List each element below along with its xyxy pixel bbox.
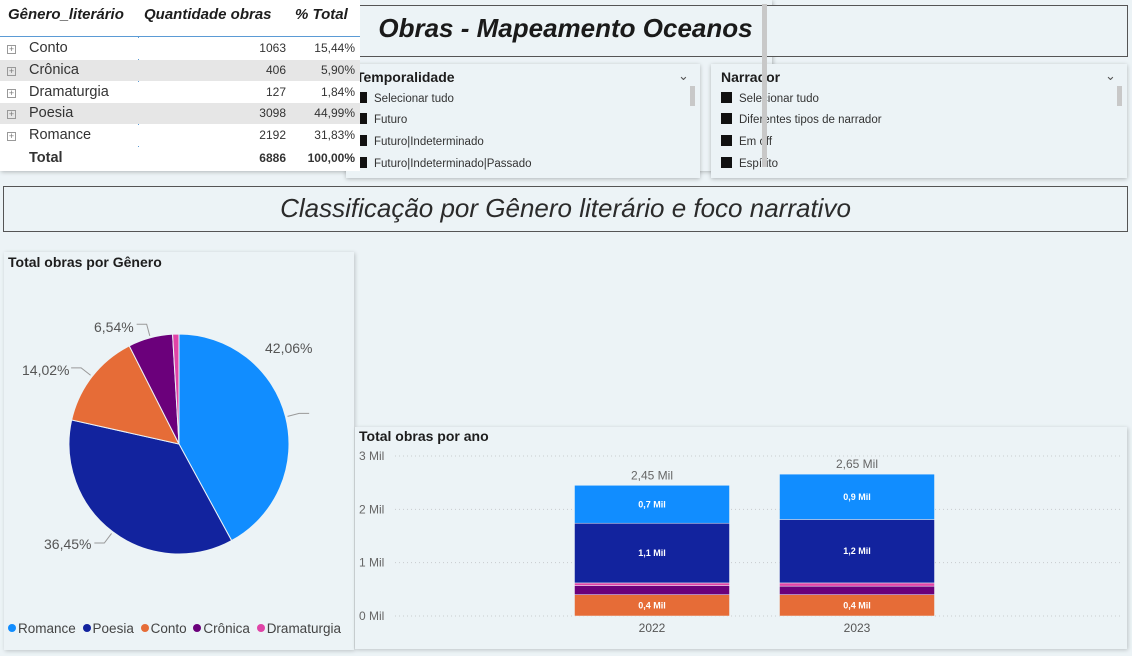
chevron-down-icon[interactable]: ⌄	[678, 68, 689, 84]
pie-leader-line	[136, 323, 151, 337]
pie-label-conto: 14,02%	[22, 362, 70, 378]
row-label: Dramaturgia	[29, 84, 109, 100]
row-quantity: 406	[265, 63, 286, 77]
expand-icon[interactable]: +	[7, 45, 16, 54]
chevron-down-icon[interactable]: ⌄	[1105, 68, 1116, 84]
bar-data-label: 1,1 Mil	[638, 548, 666, 558]
row-label: Romance	[29, 127, 92, 143]
bar-total-label: 2,45 Mil	[631, 468, 673, 482]
pie-chart-card: Total obras por Gênero 42,06% 36,45% 14,…	[4, 252, 354, 650]
x-tick-label: 2023	[844, 621, 871, 635]
temporalidade-title: Temporalidade	[356, 69, 455, 85]
bar-data-label: 0,4 Mil	[843, 600, 871, 610]
total-label: Total	[29, 150, 63, 166]
row-percent: 5,90%	[320, 63, 355, 77]
y-tick-label: 2 Mil	[359, 502, 384, 516]
row-label: Conto	[29, 40, 68, 56]
narrador-title: Narrador	[721, 69, 781, 85]
slicer-scrollbar[interactable]	[1117, 86, 1122, 106]
column-header-genero[interactable]: Gênero_literário	[8, 6, 124, 23]
temporalidade-option[interactable]: Futuro	[356, 112, 407, 128]
bar-data-label: 1,2 Mil	[843, 546, 871, 556]
legend-item-cronica[interactable]: Crônica	[193, 621, 250, 636]
checkbox-icon	[721, 92, 732, 103]
total-quantity: 6886	[259, 151, 286, 165]
slicer-scrollbar[interactable]	[690, 86, 695, 106]
section-banner: Classificação por Gênero literário e foc…	[3, 186, 1128, 232]
pie-leader-line	[71, 367, 91, 376]
legend-dot	[82, 624, 91, 632]
table-total-row: Total 6886 100,00%	[0, 147, 360, 168]
table-row[interactable]: + Romance 2192 31,83%	[0, 125, 360, 146]
row-percent: 31,83%	[314, 128, 355, 142]
row-quantity: 127	[265, 85, 286, 99]
expand-icon[interactable]: +	[7, 132, 16, 141]
row-label: Poesia	[29, 105, 74, 121]
temporalidade-option[interactable]: Selecionar tudo	[356, 91, 454, 107]
narrador-option[interactable]: Diferentes tipos de narrador	[721, 112, 882, 128]
row-quantity: 2192	[259, 128, 286, 142]
bar-data-label: 0,9 Mil	[843, 492, 871, 502]
bar-data-label: 0,4 Mil	[638, 600, 666, 610]
expand-icon[interactable]: +	[7, 110, 16, 119]
bar-data-label: 0,7 Mil	[638, 499, 666, 509]
legend-item-poesia[interactable]: Poesia	[82, 621, 134, 636]
bar-total-label: 2,65 Mil	[836, 457, 878, 471]
row-percent: 1,84%	[320, 85, 355, 99]
pie-label-romance: 42,06%	[265, 340, 313, 356]
pie-label-cronica: 6,54%	[94, 319, 134, 335]
legend-item-conto[interactable]: Conto	[140, 621, 187, 636]
header-divider	[0, 36, 360, 37]
row-percent: 44,99%	[314, 106, 355, 120]
row-label: Crônica	[29, 62, 79, 78]
column-header-quantidade[interactable]: Quantidade obras	[144, 6, 272, 23]
table-row[interactable]: + Poesia 3098 44,99%	[0, 103, 360, 124]
y-tick-label: 1 Mil	[359, 556, 384, 570]
bar-segment-dramaturgia[interactable]	[574, 582, 730, 586]
pie-label-poesia: 36,45%	[44, 536, 92, 552]
expand-icon[interactable]: +	[7, 67, 16, 76]
row-percent: 15,44%	[314, 41, 355, 55]
x-tick-label: 2022	[639, 621, 666, 635]
y-tick-label: 0 Mil	[359, 609, 384, 623]
temporalidade-option[interactable]: Futuro|Indeterminado|Passado	[356, 156, 532, 172]
legend-dot	[140, 624, 149, 632]
legend-dot	[193, 624, 202, 632]
narrador-option[interactable]: Espírito	[721, 156, 778, 172]
stacked-bar-chart: 0 Mil 1 Mil 2 Mil 3 Mil 0,4 Mil 1,1 Mil 0,7 Mi…	[359, 449, 1120, 635]
table-scrollbar[interactable]	[762, 4, 767, 167]
pie-leader-line	[287, 412, 310, 417]
checkbox-icon	[721, 113, 732, 124]
legend-item-dramaturgia[interactable]: Dramaturgia	[256, 621, 341, 636]
bar-chart-card: Total obras por ano 0 Mil 1 Mil 2 Mil 3 Mil…	[355, 427, 1127, 649]
bar-segment-dramaturgia[interactable]	[779, 582, 935, 587]
legend-dot	[8, 624, 16, 632]
pie-chart	[68, 323, 310, 555]
column-header-percent[interactable]: % Total	[295, 6, 348, 23]
matrix-table: Gênero_literário Quantidade obras % Tota…	[0, 0, 360, 171]
row-quantity: 1063	[259, 41, 286, 55]
pie-leader-line	[94, 533, 112, 544]
temporalidade-option[interactable]: Futuro|Indeterminado	[356, 134, 484, 150]
legend-item-romance[interactable]: Romance	[8, 621, 76, 636]
checkbox-icon	[721, 135, 732, 146]
pie-legend: Romance Poesia Conto Crônica Dramaturgia	[8, 621, 344, 636]
row-quantity: 3098	[259, 106, 286, 120]
legend-dot	[256, 624, 265, 632]
y-tick-label: 3 Mil	[359, 449, 384, 463]
table-row[interactable]: + Dramaturgia 127 1,84%	[0, 82, 360, 103]
bar-segment-crônica[interactable]	[779, 585, 935, 595]
table-row[interactable]: + Conto 1063 15,44%	[0, 38, 360, 59]
expand-icon[interactable]: +	[7, 89, 16, 98]
narrador-slicer: Narrador ⌄ Selecionar tudo Diferentes ti…	[711, 64, 1127, 178]
bar-segment-crônica[interactable]	[574, 585, 730, 595]
table-row[interactable]: + Crônica 406 5,90%	[0, 60, 360, 81]
section-title: Classificação por Gênero literário e foc…	[280, 193, 851, 223]
checkbox-icon	[721, 157, 732, 168]
narrador-option[interactable]: Selecionar tudo	[721, 91, 819, 107]
temporalidade-slicer: Temporalidade ⌄ Selecionar tudo Futuro F…	[346, 64, 700, 178]
total-percent: 100,00%	[307, 151, 355, 165]
